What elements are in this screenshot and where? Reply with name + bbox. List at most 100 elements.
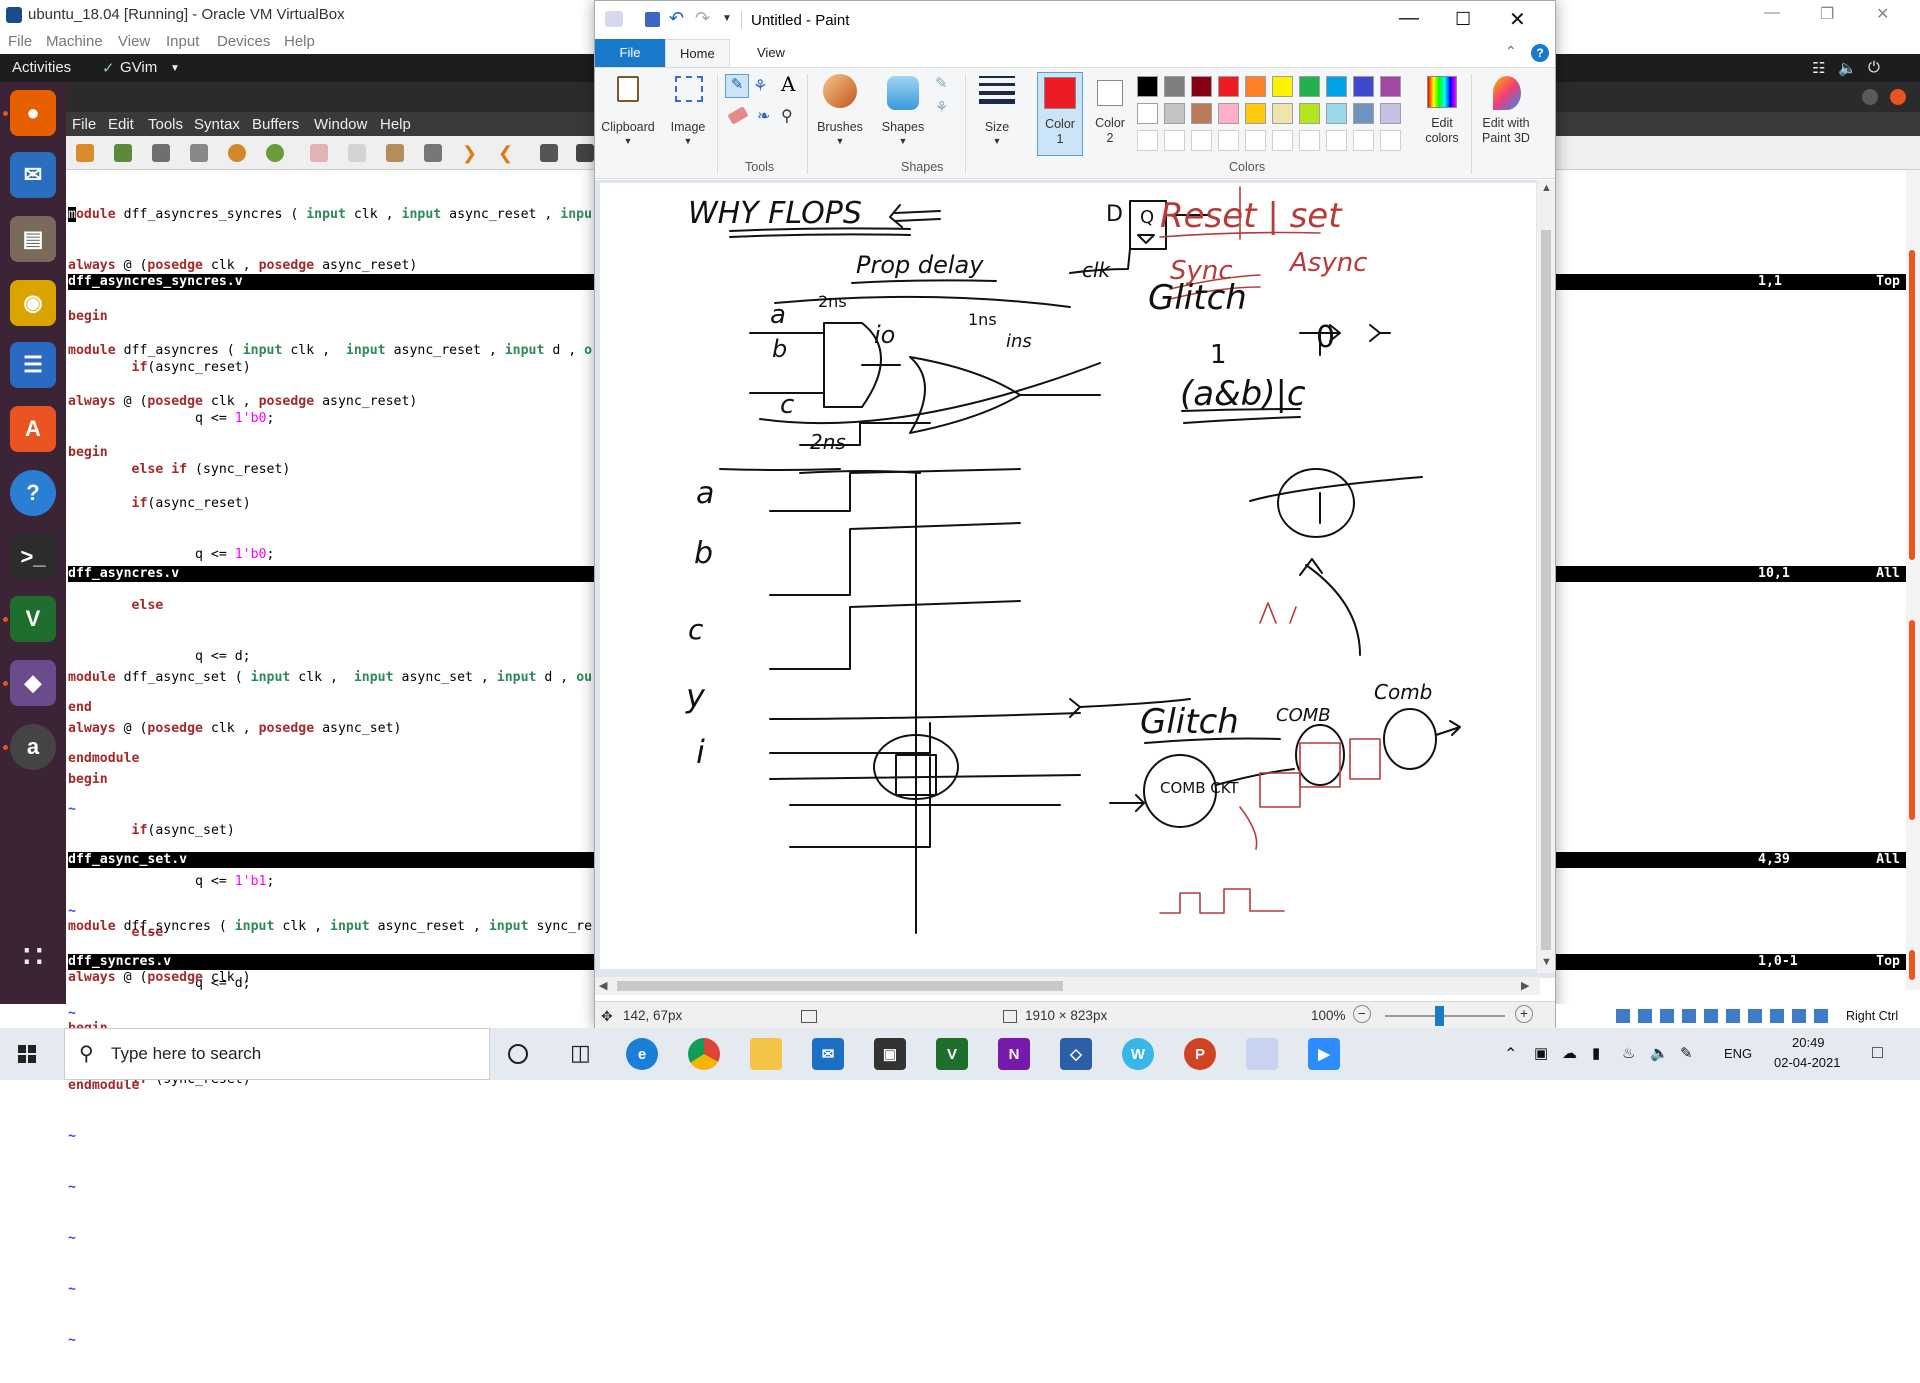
- network-icon[interactable]: ☷: [1812, 59, 1825, 77]
- minimize-icon[interactable]: [1862, 89, 1878, 105]
- code-window-4[interactable]: module dff_syncres ( input clk , input a…: [68, 884, 592, 1122]
- thunderbird-icon[interactable]: ✉: [10, 152, 56, 198]
- store-icon[interactable]: ▣: [874, 1038, 906, 1070]
- cut-icon[interactable]: [310, 144, 328, 162]
- palette-empty-swatch[interactable]: [1164, 130, 1185, 151]
- undo-icon[interactable]: ↶: [669, 8, 684, 29]
- undo-icon[interactable]: [228, 144, 246, 162]
- palette-swatch[interactable]: [1191, 76, 1212, 97]
- zoom-slider-thumb[interactable]: [1435, 1006, 1444, 1026]
- palette-swatch[interactable]: [1164, 76, 1185, 97]
- gvim-scrollbars[interactable]: [1906, 170, 1920, 990]
- palette-swatch[interactable]: [1380, 103, 1401, 124]
- load-session-icon[interactable]: [540, 144, 558, 162]
- gvim-menu-file[interactable]: File: [72, 116, 96, 133]
- paste-icon[interactable]: [386, 144, 404, 162]
- gvim-menu-tools[interactable]: Tools: [148, 116, 183, 133]
- terminal-icon[interactable]: >_: [10, 534, 56, 580]
- palette-swatch[interactable]: [1326, 103, 1347, 124]
- zoom-app-icon[interactable]: ▶: [1308, 1038, 1340, 1070]
- tab-home[interactable]: Home: [665, 39, 730, 67]
- palette-swatch[interactable]: [1245, 76, 1266, 97]
- eraser-icon[interactable]: [727, 106, 749, 125]
- vbox-menu-machine[interactable]: Machine: [46, 33, 103, 50]
- find-prev-icon[interactable]: ❮: [498, 144, 516, 162]
- whiteboard-icon[interactable]: W: [1122, 1038, 1154, 1070]
- vbox-close-button[interactable]: ✕: [1876, 4, 1889, 24]
- color-picker-icon[interactable]: ❧: [757, 106, 770, 126]
- amazon-icon[interactable]: a: [10, 724, 56, 770]
- file-explorer-icon[interactable]: [750, 1038, 782, 1070]
- text-icon[interactable]: A: [781, 72, 795, 96]
- palette-swatch[interactable]: [1272, 76, 1293, 97]
- palette-swatch[interactable]: [1299, 76, 1320, 97]
- volume-icon[interactable]: 🔈: [1838, 59, 1857, 77]
- tab-file[interactable]: File: [595, 39, 665, 67]
- palette-empty-swatch[interactable]: [1326, 130, 1347, 151]
- pen-icon[interactable]: ✎: [1680, 1044, 1693, 1062]
- scrollbar-thumb[interactable]: [617, 981, 1063, 991]
- canvas-vertical-scrollbar[interactable]: ▲ ▼: [1537, 180, 1555, 973]
- find-next-icon[interactable]: ❯: [462, 144, 480, 162]
- task-view-icon[interactable]: ◫: [570, 1040, 591, 1066]
- windows-start-icon[interactable]: [18, 1045, 36, 1063]
- help-icon[interactable]: ?: [1531, 44, 1549, 62]
- redo-icon[interactable]: ↷: [695, 8, 710, 29]
- paint-minimize-button[interactable]: —: [1399, 7, 1419, 30]
- activities-button[interactable]: Activities: [12, 59, 71, 76]
- battery-icon[interactable]: ▮: [1592, 1044, 1600, 1062]
- palette-swatch[interactable]: [1326, 76, 1347, 97]
- palette-empty-swatch[interactable]: [1191, 130, 1212, 151]
- taskbar-search-box[interactable]: ⚲ Type here to search: [64, 1028, 490, 1080]
- powerpoint-icon[interactable]: P: [1184, 1038, 1216, 1070]
- cortana-icon[interactable]: [508, 1044, 528, 1064]
- palette-swatch[interactable]: [1353, 103, 1374, 124]
- files-icon[interactable]: ▤: [10, 216, 56, 262]
- gvim-menu-window[interactable]: Window: [314, 116, 367, 133]
- language-indicator[interactable]: ENG: [1724, 1046, 1752, 1061]
- open-icon[interactable]: [76, 144, 94, 162]
- size-button[interactable]: Size ▼: [969, 72, 1025, 152]
- tray-meet-icon[interactable]: ▣: [1534, 1044, 1548, 1062]
- zoom-in-button[interactable]: +: [1515, 1005, 1533, 1023]
- save-all-icon[interactable]: [152, 144, 170, 162]
- libreoffice-writer-icon[interactable]: ☰: [10, 342, 56, 388]
- palette-swatch[interactable]: [1245, 103, 1266, 124]
- software-center-icon[interactable]: A: [10, 406, 56, 452]
- palette-empty-swatch[interactable]: [1272, 130, 1293, 151]
- app-menu-gvim[interactable]: GVim: [120, 59, 157, 76]
- vbox-menu-view[interactable]: View: [118, 33, 150, 50]
- palette-swatch[interactable]: [1164, 103, 1185, 124]
- edit-with-paint3d-button[interactable]: Edit with Paint 3D: [1473, 72, 1539, 156]
- palette-swatch[interactable]: [1218, 76, 1239, 97]
- copy-icon[interactable]: [348, 144, 366, 162]
- gvim-menu-help[interactable]: Help: [380, 116, 411, 133]
- palette-empty-swatch[interactable]: [1245, 130, 1266, 151]
- gvim-menu-buffers[interactable]: Buffers: [252, 116, 299, 133]
- rhythmbox-icon[interactable]: ◉: [10, 280, 56, 326]
- palette-empty-swatch[interactable]: [1137, 130, 1158, 151]
- canvas-horizontal-scrollbar[interactable]: ◀ ▶: [595, 977, 1540, 995]
- notification-icon[interactable]: □: [1872, 1042, 1883, 1063]
- gvim-menu-edit[interactable]: Edit: [108, 116, 134, 133]
- chrome-icon[interactable]: [688, 1038, 720, 1070]
- paint-maximize-button[interactable]: ☐: [1455, 9, 1471, 30]
- zoom-out-button[interactable]: −: [1353, 1005, 1371, 1023]
- onenote-icon[interactable]: N: [998, 1038, 1030, 1070]
- save-icon[interactable]: [645, 12, 660, 27]
- redo-icon[interactable]: [266, 144, 284, 162]
- find-replace-icon[interactable]: [424, 144, 442, 162]
- scroll-up-icon[interactable]: ▲: [1541, 182, 1552, 194]
- quick-access-dropdown-icon[interactable]: ▼: [722, 13, 732, 24]
- help-icon[interactable]: ?: [10, 470, 56, 516]
- tab-view[interactable]: View: [743, 39, 799, 67]
- clock-time[interactable]: 20:49: [1792, 1035, 1825, 1050]
- vbox-menu-input[interactable]: Input: [166, 33, 199, 50]
- zoom-slider[interactable]: [1385, 1015, 1505, 1017]
- tray-overflow-icon[interactable]: ⌃: [1504, 1044, 1517, 1064]
- virtualbox-icon[interactable]: ◇: [1060, 1038, 1092, 1070]
- palette-swatch[interactable]: [1137, 103, 1158, 124]
- scroll-left-icon[interactable]: ◀: [599, 979, 607, 992]
- volume-icon[interactable]: 🔈: [1650, 1044, 1669, 1062]
- palette-empty-swatch[interactable]: [1380, 130, 1401, 151]
